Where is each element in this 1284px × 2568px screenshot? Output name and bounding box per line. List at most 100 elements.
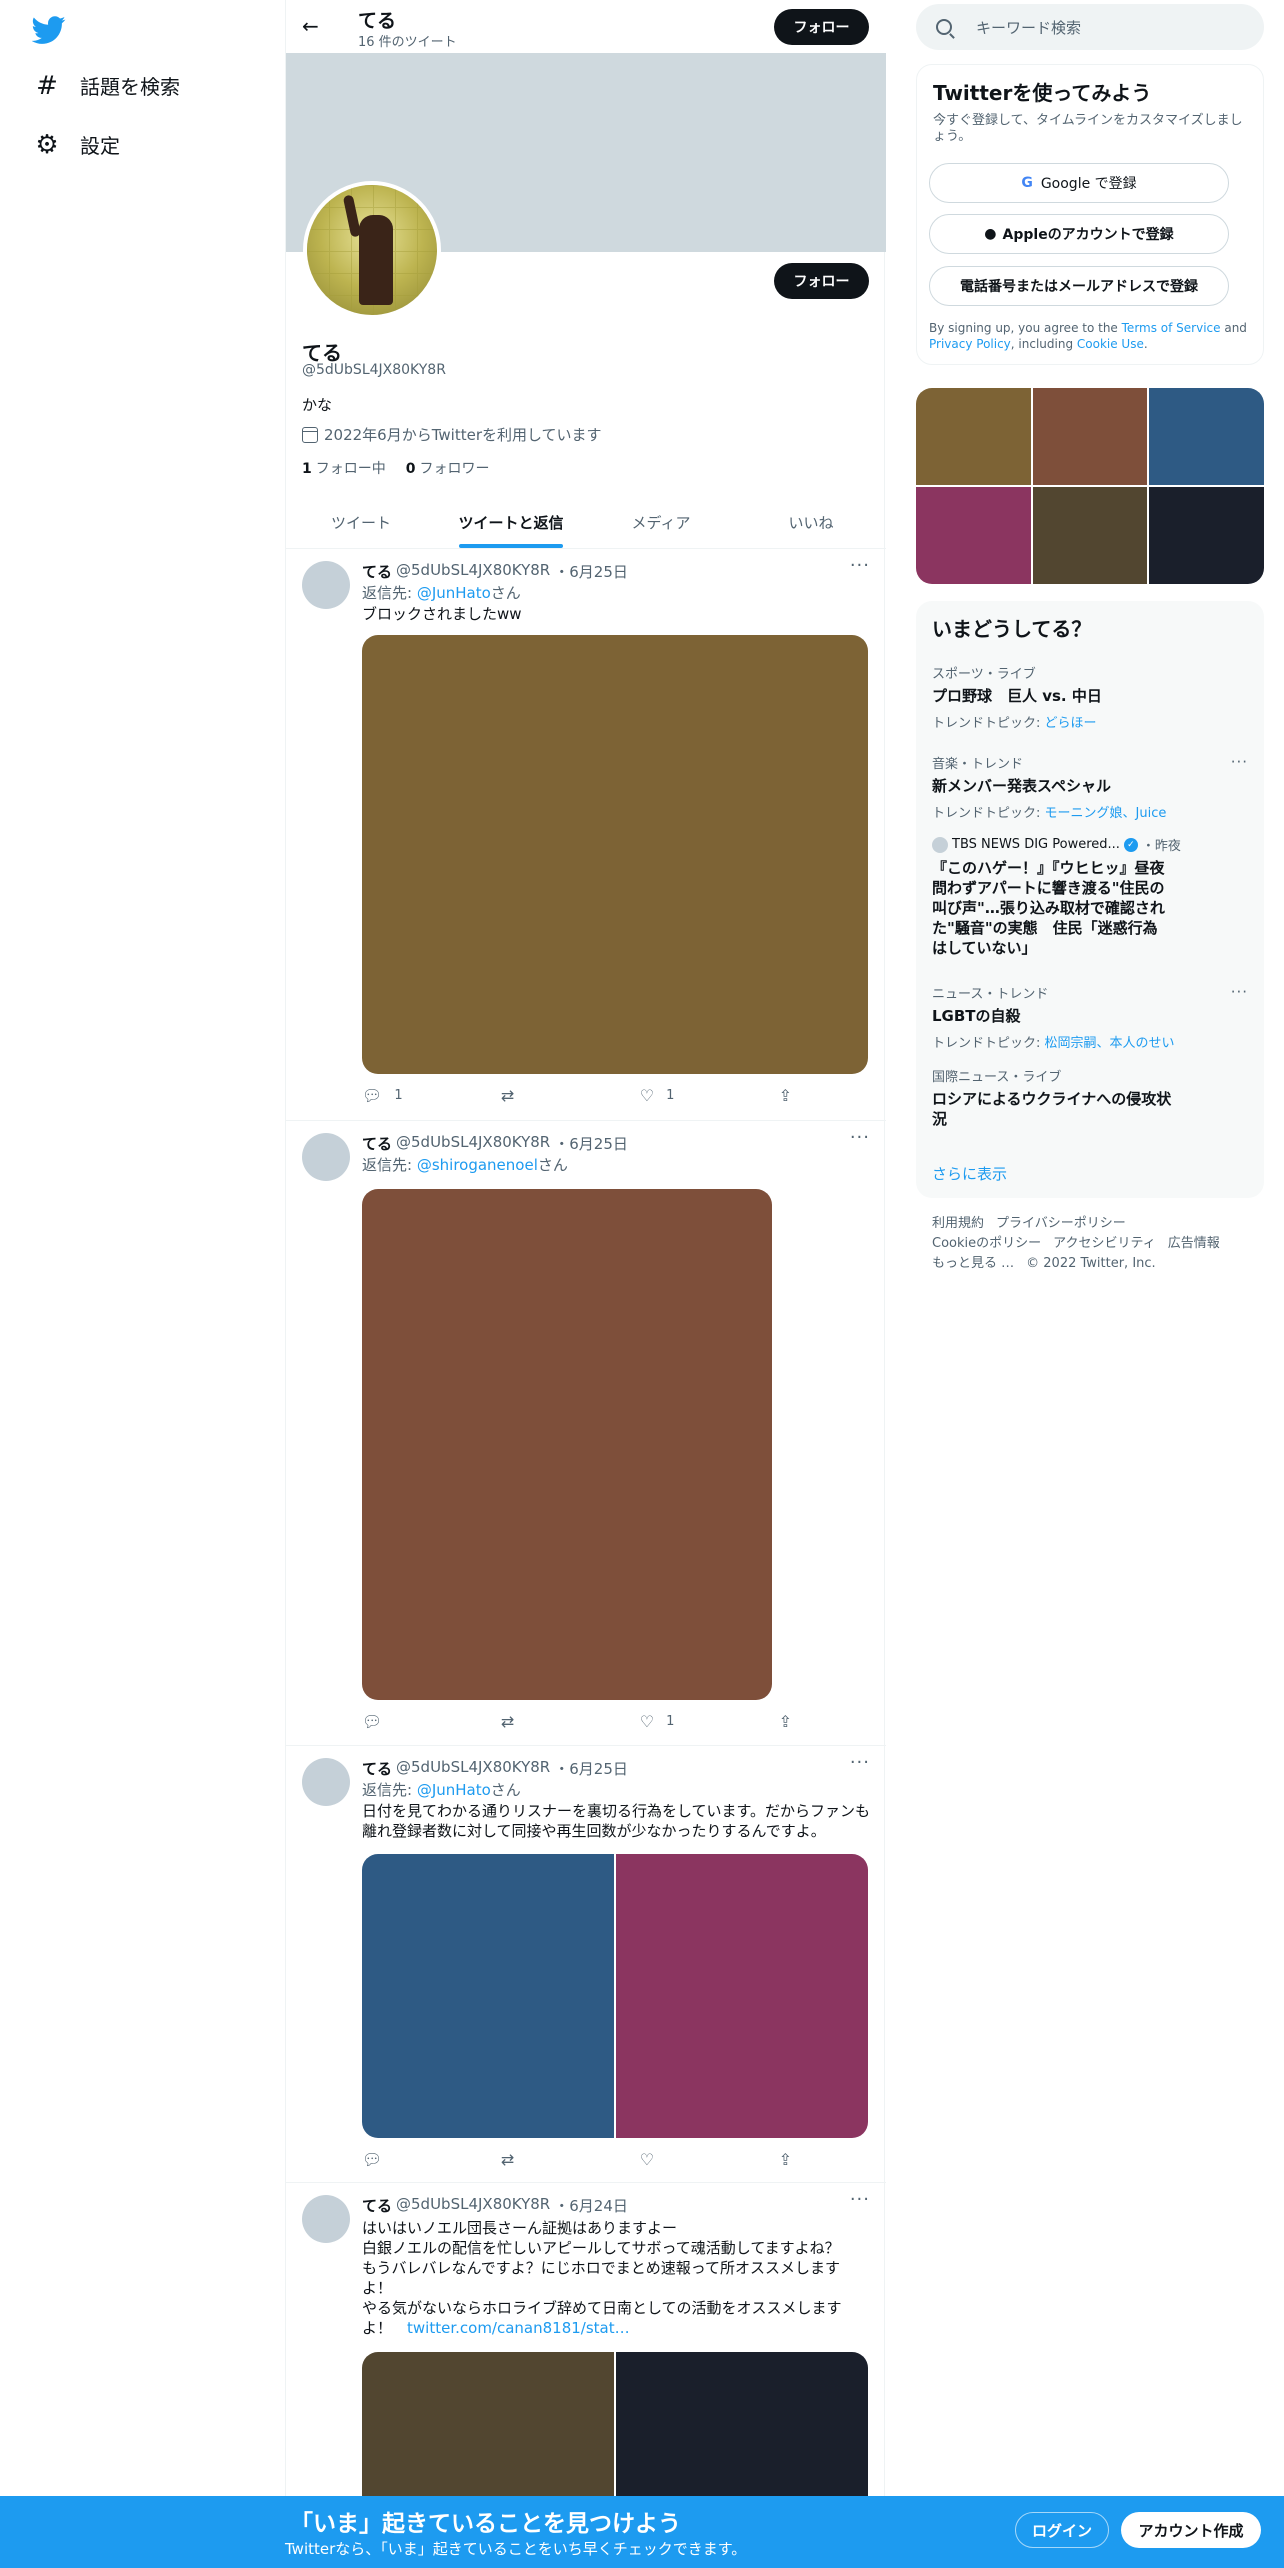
legal-text: . [1143,337,1148,351]
trend-topic-link[interactable]: どらほー [1045,716,1097,731]
retweet-button[interactable]: ⇄ [501,2150,605,2169]
trend-topic-link[interactable]: 松岡宗嗣、本人のせい [1045,1036,1175,1051]
footer-cookie-link[interactable]: Cookieのポリシー [932,1236,1041,1251]
news-source: TBS NEWS DIG Powered... ✓ ・昨夜 [932,835,1248,854]
tweet-author-name[interactable]: てる [362,1133,392,1154]
tab-media[interactable]: メディア [586,496,736,548]
tweet-avatar[interactable] [302,1758,350,1806]
tweet-image[interactable] [362,1854,614,2138]
tweet-author-name[interactable]: てる [362,1758,392,1779]
nav-explore[interactable]: # 話題を検索 [36,71,180,101]
more-icon[interactable]: ··· [850,1127,870,1148]
tweet-author-name[interactable]: てる [362,2195,392,2216]
header-follow-button[interactable]: フォロー [774,9,869,45]
more-icon[interactable]: ··· [850,555,870,576]
reply-to-link[interactable]: @shiroganenoel [417,1156,538,1174]
like-button[interactable]: ♡ [640,2150,744,2169]
media-thumb[interactable] [916,388,1031,485]
followers-link[interactable]: 0 フォロワー [406,458,490,478]
footer-ads-link[interactable]: 広告情報 [1168,1236,1220,1251]
tab-tweets[interactable]: ツイート [286,496,436,548]
tweet[interactable]: てる @5dUbSL4JX80KY8R ・6月25日 ··· 返信先: @shi… [286,1121,886,1746]
media-thumb[interactable] [1149,487,1264,584]
tweet[interactable]: てる @5dUbSL4JX80KY8R ・6月25日 ··· 返信先: @Jun… [286,549,886,1121]
trend-topic-link[interactable]: モーニング娘、Juice [1045,806,1167,821]
tweet-avatar[interactable] [302,561,350,609]
tweet-date[interactable]: ・6月25日 [554,1133,628,1154]
apple-icon: ● [984,226,997,242]
apple-signup-button[interactable]: ● Appleのアカウントで登録 [929,214,1229,254]
login-button[interactable]: ログイン [1015,2512,1109,2548]
cookie-link[interactable]: Cookie Use [1077,337,1144,351]
media-thumb[interactable] [1032,388,1148,485]
tweet-date[interactable]: ・6月24日 [554,2195,628,2216]
nav-settings[interactable]: ⚙ 設定 [35,130,120,160]
phone-signup-button[interactable]: 電話番号またはメールアドレスで登録 [929,266,1229,306]
tweet-media[interactable] [362,635,868,1074]
tweet-link[interactable]: twitter.com/canan8181/stat… [407,2319,630,2337]
reply-to-link[interactable]: @JunHato [417,1781,491,1799]
tweet[interactable]: てる @5dUbSL4JX80KY8R ・6月25日 ··· 返信先: @Jun… [286,1746,886,2183]
trend-item[interactable]: ニュース・トレンド LGBTの自殺 トレンドトピック: 松岡宗嗣、本人のせい ·… [932,983,1248,1051]
like-button[interactable]: ♡ 1 [640,1086,744,1105]
reply-to-link[interactable]: @JunHato [417,584,491,602]
reply-prefix: 返信先: [362,1156,417,1174]
tweet-avatar[interactable] [302,1133,350,1181]
tweet-image[interactable] [362,635,868,1074]
more-icon[interactable]: ··· [850,1752,870,1773]
tweet-author-handle[interactable]: @5dUbSL4JX80KY8R [396,1133,550,1154]
retweet-button[interactable]: ⇄ [501,1712,605,1731]
tweet-media[interactable] [362,1189,772,1700]
tweet-media[interactable] [362,1854,868,2138]
terms-link[interactable]: Terms of Service [1122,321,1221,335]
following-link[interactable]: 1 フォロー中 [302,458,386,478]
tab-likes[interactable]: いいね [736,496,886,548]
tweet-author-handle[interactable]: @5dUbSL4JX80KY8R [396,2195,550,2216]
tweet-author-name[interactable]: てる [362,561,392,582]
twitter-logo-icon[interactable] [32,13,66,47]
tweet-actions: 💬︎ ⇄ ♡ ⇪ [362,2150,792,2169]
google-icon: G [1021,175,1033,191]
tweet-date[interactable]: ・6月25日 [554,1758,628,1779]
media-thumb[interactable] [916,487,1031,584]
news-source-name: TBS NEWS DIG Powered... [952,837,1120,852]
news-item[interactable]: TBS NEWS DIG Powered... ✓ ・昨夜 『このハゲー！』『ウ… [932,835,1248,958]
share-button[interactable]: ⇪ [779,1712,792,1731]
create-account-button[interactable]: アカウント作成 [1121,2512,1261,2548]
tab-tweets-and-replies[interactable]: ツイートと返信 [436,496,586,548]
search-input[interactable]: キーワード検索 [916,4,1264,50]
privacy-link[interactable]: Privacy Policy [929,337,1011,351]
share-button[interactable]: ⇪ [779,2150,792,2169]
tweet-image[interactable] [616,1854,868,2138]
reply-button[interactable]: 💬︎ [362,2150,466,2169]
tweet-author-handle[interactable]: @5dUbSL4JX80KY8R [396,561,550,582]
profile-avatar[interactable] [303,181,441,319]
trend-item[interactable]: 国際ニュース・ライブ ロシアによるウクライナへの侵攻状況 [932,1066,1248,1129]
more-icon[interactable]: ··· [1231,983,1248,1001]
trend-item[interactable]: 音楽・トレンド 新メンバー発表スペシャル トレンドトピック: モーニング娘、Ju… [932,753,1248,821]
trend-item[interactable]: スポーツ・ライブ プロ野球 巨人 vs. 中日 トレンドトピック: どらほー [932,663,1248,731]
share-button[interactable]: ⇪ [779,1086,792,1105]
tweet-image[interactable] [362,1189,772,1700]
show-more-link[interactable]: さらに表示 [932,1163,1007,1184]
like-button[interactable]: ♡ 1 [640,1712,744,1731]
footer-privacy-link[interactable]: プライバシーポリシー [996,1216,1126,1231]
tweet-text: ブロックされましたww [362,605,522,623]
media-thumb[interactable] [1149,388,1264,485]
footer-more-link[interactable]: もっと見る … [932,1256,1014,1271]
back-arrow-icon[interactable]: ← [302,14,319,38]
tweet-date[interactable]: ・6月25日 [554,561,628,582]
retweet-button[interactable]: ⇄ [501,1086,605,1105]
google-signup-button[interactable]: G Google で登録 [929,163,1229,203]
profile-follow-button[interactable]: フォロー [774,263,869,299]
footer-terms-link[interactable]: 利用規約 [932,1216,984,1231]
apple-signup-label: Appleのアカウントで登録 [1002,227,1174,243]
more-icon[interactable]: ··· [1231,753,1248,771]
tweet-avatar[interactable] [302,2195,350,2243]
footer-accessibility-link[interactable]: アクセシビリティ [1053,1236,1156,1251]
media-thumb[interactable] [1032,487,1148,584]
tweet-author-handle[interactable]: @5dUbSL4JX80KY8R [396,1758,550,1779]
reply-button[interactable]: 💬︎ [362,1712,466,1731]
more-icon[interactable]: ··· [850,2189,870,2210]
reply-button[interactable]: 💬︎ 1 [362,1086,466,1105]
